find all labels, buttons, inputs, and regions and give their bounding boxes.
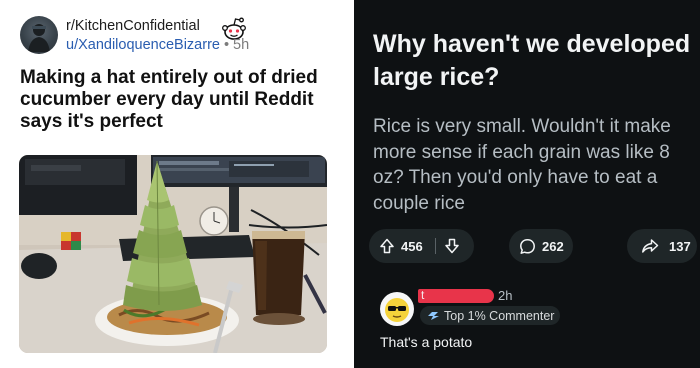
photo-illustration bbox=[19, 155, 327, 353]
post-body: Rice is very small. Wouldn't it make mor… bbox=[373, 116, 671, 214]
post-action-bar: 456 262 137 bbox=[369, 229, 697, 263]
upvote-arrow-icon[interactable] bbox=[379, 238, 395, 254]
post-title[interactable]: Making a hat entirely out of dried cucum… bbox=[20, 67, 340, 133]
comments-button[interactable]: 262 bbox=[509, 229, 573, 263]
right-post-card: Why haven't we developed large rice? Ric… bbox=[354, 0, 700, 368]
lightning-icon bbox=[427, 310, 440, 321]
downvote-arrow-icon[interactable] bbox=[444, 238, 460, 254]
share-count: 137 bbox=[669, 238, 691, 254]
post-meta: u/XandiloquenceBizarre • 5h bbox=[66, 37, 249, 53]
vote-pill: 456 bbox=[369, 229, 474, 263]
comment-count: 262 bbox=[542, 238, 564, 254]
share-button[interactable]: 137 bbox=[627, 229, 697, 263]
username-link[interactable]: u/XandiloquenceBizarre bbox=[66, 37, 220, 53]
subreddit-avatar[interactable] bbox=[20, 16, 58, 54]
share-arrow-icon bbox=[641, 238, 659, 254]
post-header: r/KitchenConfidential u/XandiloquenceBiz… bbox=[20, 15, 340, 57]
commenter-avatar[interactable] bbox=[380, 292, 414, 326]
top-comment: t 2h Top 1% Commenter That's a potato bbox=[354, 280, 700, 368]
flair-text: Top 1% Commenter bbox=[444, 308, 555, 323]
sunglasses-face-icon bbox=[385, 298, 409, 322]
meta-separator: • bbox=[223, 37, 230, 53]
post-title[interactable]: Why haven't we developed large rice? bbox=[373, 28, 693, 94]
upvote-count: 456 bbox=[401, 238, 423, 254]
subreddit-name[interactable]: r/KitchenConfidential bbox=[66, 18, 200, 34]
profile-avatar-icon bbox=[28, 24, 50, 52]
cucumber-hat-photo[interactable] bbox=[19, 155, 327, 353]
commenter-flair-badge: Top 1% Commenter bbox=[420, 306, 560, 325]
comment-bubble-icon bbox=[519, 238, 536, 255]
author-initial: t bbox=[421, 288, 425, 302]
comment-age: 2h bbox=[498, 288, 513, 303]
left-post-card: r/KitchenConfidential u/XandiloquenceBiz… bbox=[0, 0, 345, 368]
post-age: 5h bbox=[233, 37, 250, 53]
comment-text: That's a potato bbox=[380, 334, 473, 350]
redacted-username[interactable]: t bbox=[418, 288, 494, 303]
vote-divider bbox=[434, 238, 436, 254]
